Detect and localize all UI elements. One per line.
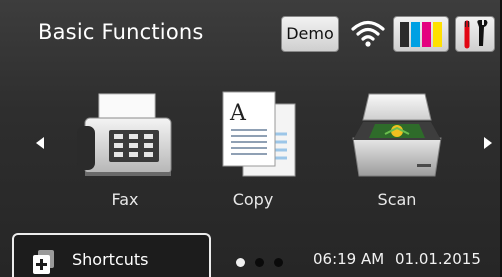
- scan-label: Scan: [377, 190, 417, 209]
- chevron-left-icon[interactable]: [34, 136, 46, 150]
- chevron-right-icon[interactable]: [482, 136, 494, 150]
- touchscreen: Basic Functions Demo Fax A Copy Scan Sho…: [0, 0, 502, 277]
- fax-machine-icon: [77, 93, 172, 176]
- datetime-display: 06:19 AM 01.01.2015: [313, 250, 481, 268]
- copy-label: Copy: [232, 190, 274, 209]
- shortcuts-icon: [33, 250, 54, 274]
- ink-magenta-bar: [422, 22, 431, 47]
- tools-button[interactable]: [455, 16, 495, 52]
- date-display: 01.01.2015: [394, 250, 481, 268]
- fax-button[interactable]: Fax: [70, 90, 180, 210]
- ink-cyan-bar: [411, 22, 420, 47]
- scan-button[interactable]: Scan: [342, 90, 452, 210]
- fax-label: Fax: [111, 190, 139, 209]
- page-title: Basic Functions: [38, 20, 204, 44]
- shortcuts-button[interactable]: Shortcuts: [12, 233, 211, 277]
- ink-button[interactable]: [393, 16, 449, 52]
- page-dot: [274, 258, 283, 267]
- shortcuts-label: Shortcuts: [72, 250, 149, 269]
- svg-text:A: A: [229, 101, 247, 126]
- scanner-icon: [352, 93, 442, 177]
- demo-button[interactable]: Demo: [281, 16, 339, 52]
- ink-black-bar: [400, 22, 409, 47]
- time-display: 06:19 AM: [313, 250, 385, 268]
- wifi-icon[interactable]: [350, 18, 386, 48]
- tools-icon: [464, 20, 488, 49]
- page-dot: [236, 258, 245, 267]
- copy-documents-icon: A: [222, 91, 296, 177]
- page-dot: [255, 258, 264, 267]
- ink-yellow-bar: [433, 22, 442, 47]
- copy-button[interactable]: A Copy: [198, 90, 308, 210]
